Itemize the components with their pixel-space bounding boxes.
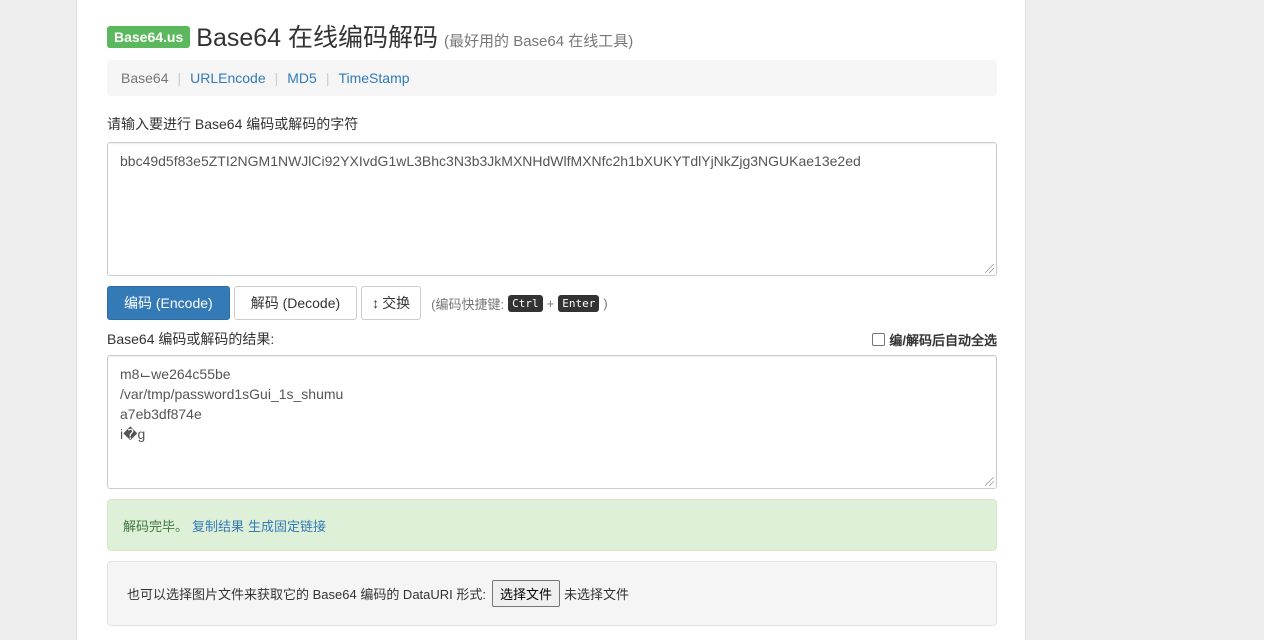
swap-label: 交换: [382, 295, 411, 311]
nav-separator: |: [274, 70, 279, 86]
input-label: 请输入要进行 Base64 编码或解码的字符: [107, 116, 359, 132]
shortcut-suffix: ): [603, 295, 608, 311]
result-header: Base64 编码或解码的结果: 编/解码后自动全选: [107, 329, 997, 349]
nav-item-base64: Base64: [121, 70, 169, 86]
file-upload-panel: 也可以选择图片文件来获取它的 Base64 编码的 DataURI 形式: 选择…: [107, 561, 997, 626]
tool-nav: Base64 | URLEncode | MD5 | TimeStamp: [107, 60, 997, 96]
encode-button[interactable]: 编码 (Encode): [107, 286, 230, 320]
main-card: Base64.us Base64 在线编码解码 (最好用的 Base64 在线工…: [76, 0, 1026, 640]
file-upload-label: 也可以选择图片文件来获取它的 Base64 编码的 DataURI 形式:: [127, 587, 486, 602]
action-row: 编码 (Encode) 解码 (Decode) ↕ 交换 (编码快捷键: Ctr…: [107, 286, 997, 320]
output-line: i�g: [120, 426, 146, 442]
nav-separator: |: [177, 70, 182, 86]
output-line: /var/tmp/password1sGui_1s_shumu: [120, 386, 344, 402]
kbd-ctrl: Ctrl: [508, 294, 543, 312]
input-textarea[interactable]: bbc49d5f83e5ZTI2NGM1NWJlCi92YXIvdG1wL3Bh…: [107, 142, 997, 276]
nav-item-timestamp[interactable]: TimeStamp: [338, 70, 409, 86]
output-textarea[interactable]: m8⌙we264c55be /var/tmp/password1sGui_1s_…: [107, 355, 997, 489]
swap-arrows-icon: ↕: [372, 295, 380, 311]
status-message: 解码完毕。: [123, 518, 189, 534]
decode-button[interactable]: 解码 (Decode): [233, 286, 358, 320]
page-subtitle: (最好用的 Base64 在线工具): [444, 33, 634, 50]
nav-item-md5[interactable]: MD5: [287, 70, 317, 86]
file-status: 未选择文件: [564, 587, 630, 602]
auto-select-checkbox[interactable]: [872, 332, 886, 346]
choose-file-button[interactable]: 选择文件: [492, 580, 561, 607]
output-label: Base64 编码或解码的结果:: [107, 331, 275, 347]
input-text[interactable]: bbc49d5f83e5ZTI2NGM1NWJlCi92YXIvdG1wL3Bh…: [120, 153, 861, 169]
page-title: Base64.us Base64 在线编码解码 (最好用的 Base64 在线工…: [107, 18, 997, 58]
output-line: a7eb3df874e: [120, 406, 202, 422]
copy-result-link[interactable]: 复制结果: [192, 516, 244, 535]
permalink-link[interactable]: 生成固定链接: [248, 516, 326, 535]
swap-button[interactable]: ↕ 交换: [361, 286, 422, 320]
kbd-enter: Enter: [558, 294, 600, 312]
resize-handle[interactable]: [985, 264, 994, 273]
nav-item-urlencode[interactable]: URLEncode: [190, 70, 266, 86]
status-alert: 解码完毕。 复制结果 生成固定链接: [107, 499, 997, 551]
resize-handle[interactable]: [985, 477, 994, 486]
shortcut-prefix: (编码快捷键:: [431, 296, 505, 312]
page-title-text: Base64 在线编码解码: [196, 24, 439, 52]
shortcut-hint: (编码快捷键: Ctrl + Enter ): [431, 294, 608, 313]
nav-separator: |: [325, 70, 330, 86]
auto-select-option[interactable]: 编/解码后自动全选: [872, 330, 997, 349]
shortcut-plus: +: [546, 295, 555, 311]
auto-select-label[interactable]: 编/解码后自动全选: [889, 330, 997, 349]
site-logo-badge[interactable]: Base64.us: [107, 26, 191, 48]
output-line: m8⌙we264c55be: [120, 366, 231, 382]
